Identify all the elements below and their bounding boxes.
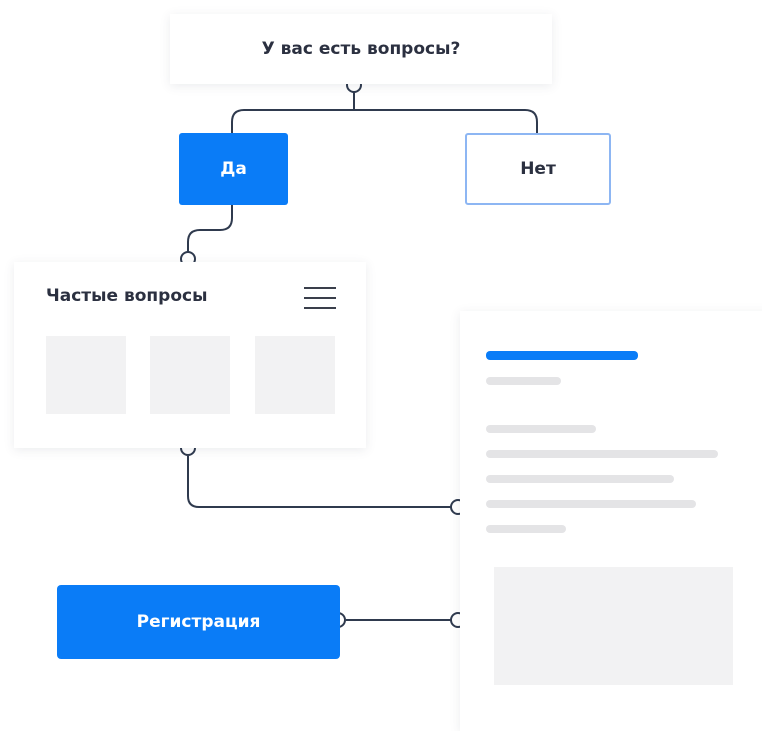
document-text-line [486,475,674,483]
register-button[interactable]: Регистрация [57,585,340,659]
document-text-line [486,450,718,458]
yes-button[interactable]: Да [179,133,288,205]
document-title-placeholder [486,351,638,360]
question-text: У вас есть вопросы? [261,39,461,59]
question-card: У вас есть вопросы? [170,14,552,84]
document-text-line [486,425,596,433]
connector-yes-to-faq [187,205,233,252]
faq-title: Частые вопросы [46,286,208,306]
document-image-placeholder [494,567,733,685]
faq-tile[interactable] [46,336,126,414]
faq-tile[interactable] [255,336,335,414]
faq-card: Частые вопросы [14,262,366,448]
document-card [460,311,762,731]
menu-icon[interactable] [304,287,336,309]
document-text-line [486,500,696,508]
connector-faq-to-document [187,456,451,508]
faq-tile[interactable] [150,336,230,414]
connector-question-to-options [231,92,538,133]
document-subtitle-placeholder [486,377,561,385]
document-text-line [486,525,566,533]
no-button[interactable]: Нет [465,133,611,205]
